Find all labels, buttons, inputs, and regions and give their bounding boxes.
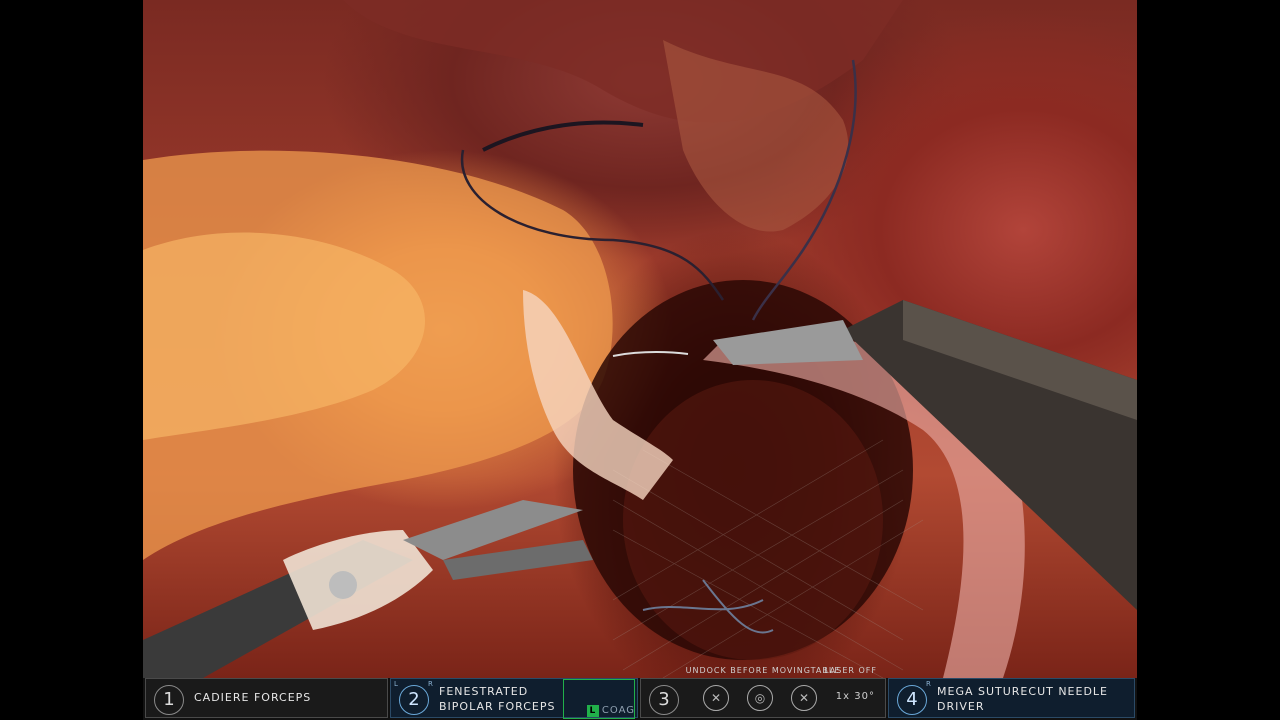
camera-center-icon: ◎ [747,685,773,711]
arm-4-slot: R 4 MEGA SUTURECUT NEEDLE DRIVER [888,678,1135,718]
scope-angle: 30° [854,691,875,702]
endoscope-view [143,0,1137,678]
laser-status: LASER OFF [824,666,877,675]
energy-mode-label: COAG [601,705,635,716]
camera-right-icon: ✕ [791,685,817,711]
arm-1-slot: 1 CADIERE FORCEPS [145,678,388,718]
robot-status-bar: 1 CADIERE FORCEPS L R 2 FENESTRATED BIPO… [143,666,1137,720]
surgical-scene [143,0,1137,678]
arm-2-slot: L R 2 FENESTRATED BIPOLAR FORCEPS L COAG [390,678,638,719]
arm-2-tool-label: FENESTRATED BIPOLAR FORCEPS [439,684,555,714]
arm-1-tool-label: CADIERE FORCEPS [194,691,312,704]
arm-4-tool-label: MEGA SUTURECUT NEEDLE DRIVER [937,684,1108,714]
arm-4-tool-line-2: DRIVER [937,700,985,713]
zoom-level: 1x [835,691,851,702]
camera-left-icon: ✕ [703,685,729,711]
arm-1-number: 1 [154,685,184,715]
undock-notice: UNDOCK BEFORE MOVINGTABLE [685,666,841,675]
arm-4-number: 4 [897,685,927,715]
camera-slot: 3 ✕ ◎ ✕ 1x 30° [640,678,886,718]
arm-2-tool-line-2: BIPOLAR FORCEPS [439,700,556,713]
camera-number: 3 [649,685,679,715]
arm-4-tool-line-1: MEGA SUTURECUT NEEDLE [937,685,1109,698]
arm-4-corner: R [926,680,931,688]
arm-2-corner-left: L [394,680,398,688]
arm-2-corner-right: R [428,680,433,688]
arm-2-number: 2 [399,685,429,715]
energy-side-chip: L [586,705,599,717]
camera-zoom: 1x 30° [836,691,875,702]
energy-mode: L COAG [586,705,635,717]
arm-2-tool-line-1: FENESTRATED [439,685,529,698]
